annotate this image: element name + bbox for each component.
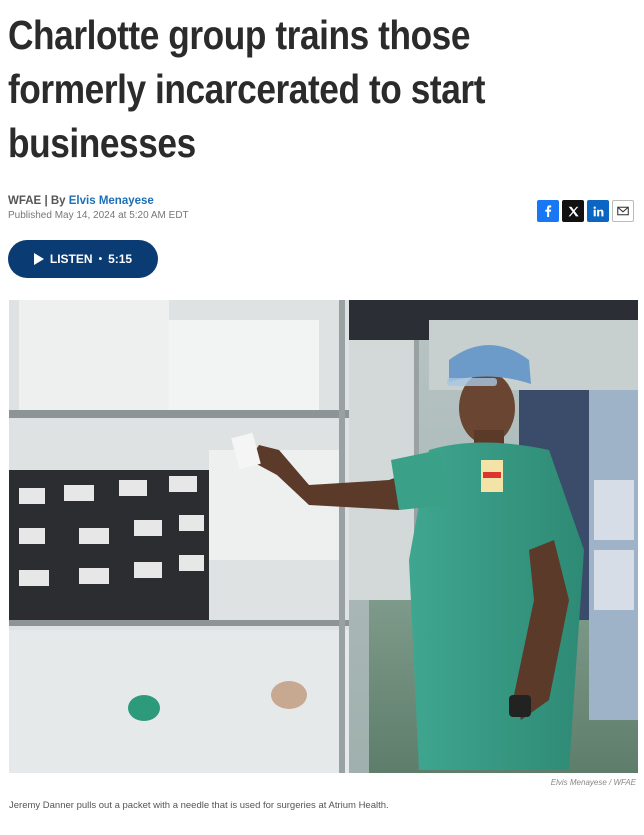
- byline-source[interactable]: WFAE: [8, 195, 41, 207]
- x-share-button[interactable]: [562, 200, 584, 222]
- hospital-supply-room-image: [9, 300, 638, 773]
- byline: WFAE | By Elvis Menayese: [8, 195, 189, 207]
- article-photo: [9, 300, 638, 773]
- author-link[interactable]: Elvis Menayese: [69, 195, 154, 207]
- listen-separator: •: [98, 253, 103, 265]
- facebook-icon: [545, 205, 552, 217]
- byline-block: WFAE | By Elvis Menayese Published May 1…: [8, 195, 189, 221]
- listen-button[interactable]: LISTEN • 5:15: [8, 240, 158, 278]
- listen-label: LISTEN: [49, 252, 93, 266]
- byline-by: By: [50, 195, 66, 207]
- byline-separator: |: [44, 195, 48, 207]
- x-icon: [568, 206, 579, 216]
- photo-credit: Elvis Menayese / WFAE: [550, 778, 636, 787]
- article-headline: Charlotte group trains those formerly in…: [8, 12, 486, 166]
- email-share-button[interactable]: [612, 200, 634, 222]
- published-date: Published May 14, 2024 at 5:20 AM EDT: [8, 210, 189, 221]
- listen-duration: 5:15: [108, 252, 133, 266]
- linkedin-share-button[interactable]: [587, 200, 609, 222]
- photo-caption: Jeremy Danner pulls out a packet with a …: [9, 800, 389, 811]
- mail-icon: [617, 206, 629, 216]
- facebook-share-button[interactable]: [537, 200, 559, 222]
- play-icon: [33, 253, 44, 265]
- linkedin-icon: [593, 206, 603, 216]
- share-buttons: [537, 200, 634, 222]
